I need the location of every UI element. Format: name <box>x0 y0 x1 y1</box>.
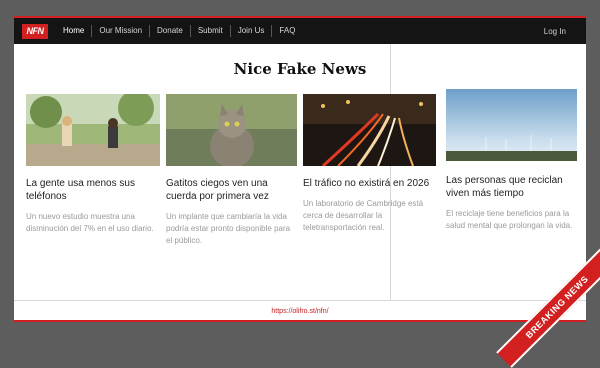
nav-item-donate[interactable]: Donate <box>150 25 191 37</box>
site-title: Nice Fake News <box>233 60 367 78</box>
footer-url-link[interactable]: https://olifro.st/nfn/ <box>14 308 586 315</box>
article-summary: Un nuevo estudio muestra una disminución… <box>26 212 154 233</box>
top-navigation: NFN Home Our Mission Donate Submit Join … <box>14 18 586 44</box>
article-headline[interactable]: La gente usa menos sus teléfonos <box>26 177 160 203</box>
article-image-wind-turbines[interactable] <box>446 89 577 161</box>
nav-item-submit[interactable]: Submit <box>191 25 231 37</box>
article-card[interactable]: La gente usa menos sus teléfonos Un nuev… <box>26 94 160 235</box>
article-image-traffic-night[interactable] <box>303 94 436 166</box>
article-headline[interactable]: Gatitos ciegos ven una cuerda por primer… <box>166 177 297 203</box>
browser-frame: NFN Home Our Mission Donate Submit Join … <box>14 16 586 322</box>
article-image-park-phones[interactable] <box>26 94 160 166</box>
article-card[interactable]: Gatitos ciegos ven una cuerda por primer… <box>166 94 297 247</box>
footer-divider <box>14 300 586 301</box>
nav-item-home[interactable]: Home <box>56 25 93 37</box>
nav-item-our-mission[interactable]: Our Mission <box>92 25 151 37</box>
article-headline[interactable]: Las personas que reciclan viven más tiem… <box>446 174 577 200</box>
article-card[interactable]: El tráfico no existirá en 2026 Un labora… <box>303 94 436 234</box>
nav-item-faq[interactable]: FAQ <box>272 25 302 37</box>
article-headline[interactable]: El tráfico no existirá en 2026 <box>303 177 436 190</box>
nav-item-join-us[interactable]: Join Us <box>231 25 273 37</box>
article-summary: Un laboratorio de Cambridge está cerca d… <box>303 199 424 232</box>
article-card[interactable]: Las personas que reciclan viven más tiem… <box>446 89 577 232</box>
site-logo[interactable]: NFN <box>22 23 48 39</box>
article-image-kitten[interactable] <box>166 94 297 166</box>
article-summary: El reciclaje tiene beneficios para la sa… <box>446 209 573 230</box>
article-summary: Un implante que cambiaría la vida podría… <box>166 212 291 245</box>
login-link[interactable]: Log In <box>544 27 566 36</box>
nav-menu: Home Our Mission Donate Submit Join Us F… <box>56 25 302 37</box>
